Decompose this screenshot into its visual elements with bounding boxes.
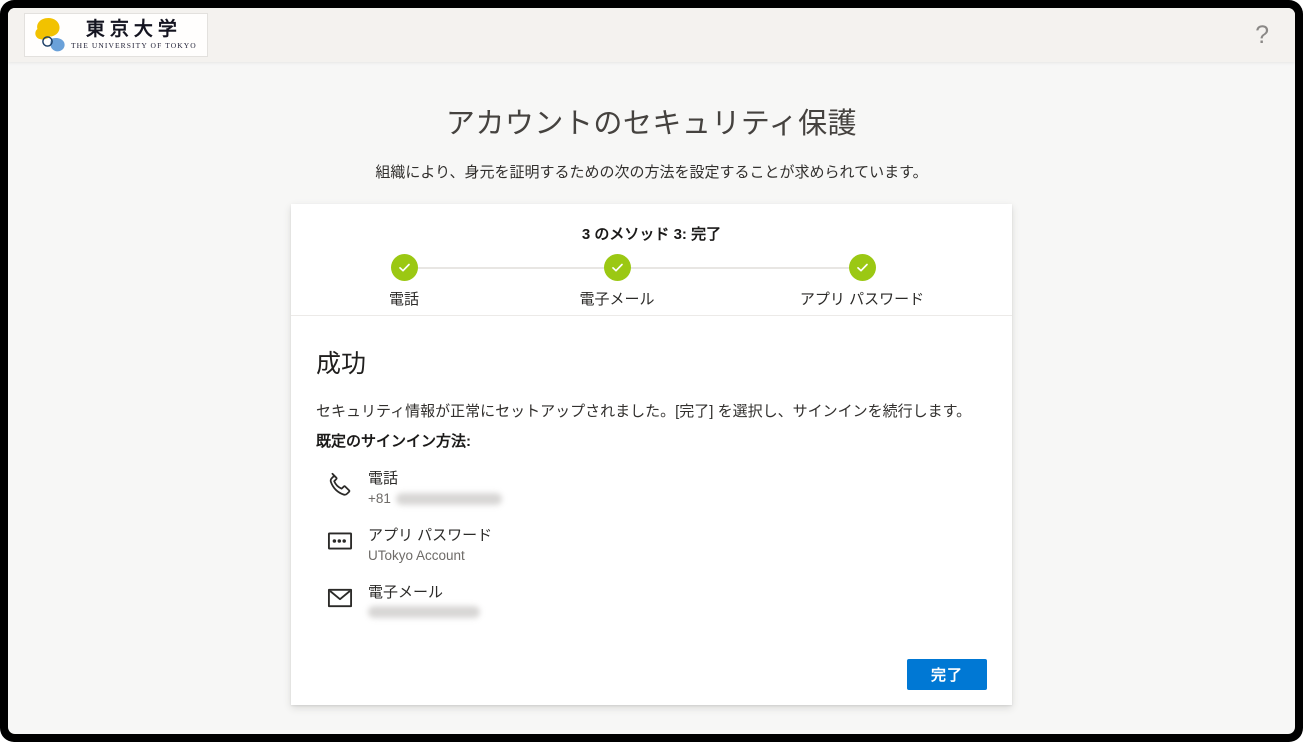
step-email-check-icon	[604, 254, 631, 281]
logo-title-jp: 東京大学	[86, 20, 182, 39]
step-connector-line	[404, 267, 862, 269]
step-phone-check-icon	[391, 254, 418, 281]
signin-method-list: 電話 +81	[316, 468, 987, 639]
method-item-email: 電子メール	[326, 582, 987, 626]
card-footer: 完了	[316, 659, 987, 690]
method-texts-app-password: アプリ パスワード UTokyo Account	[368, 525, 492, 569]
method-texts-email: 電子メール	[368, 582, 480, 626]
app-password-icon	[326, 525, 368, 569]
phone-icon	[326, 468, 368, 512]
email-icon	[326, 582, 368, 626]
utokyo-logo-text: 東京大学 The University of Tokyo	[71, 20, 197, 50]
wizard-progress-header: 3 のメソッド 3: 完了 電話 電子メール	[291, 204, 1012, 316]
wizard-steps: 電話 電子メール アプリ パスワード	[291, 249, 1012, 315]
method-detail-email	[368, 603, 480, 618]
redacted-phone-number	[396, 493, 502, 505]
logo-title-en: The University of Tokyo	[71, 42, 197, 50]
done-button[interactable]: 完了	[907, 659, 987, 690]
step-label-app-password: アプリ パスワード	[800, 288, 924, 309]
method-detail-phone: +81	[368, 489, 502, 508]
step-label-email: 電子メール	[579, 288, 654, 309]
method-label-app-password: アプリ パスワード	[368, 525, 492, 546]
success-heading: 成功	[316, 344, 987, 380]
security-setup-card: 3 のメソッド 3: 完了 電話 電子メール	[291, 204, 1012, 705]
success-panel: 成功 セキュリティ情報が正常にセットアップされました。[完了] を選択し、サイン…	[291, 316, 1012, 705]
phone-country-code: +81	[368, 489, 391, 508]
step-label-phone: 電話	[389, 288, 419, 309]
method-texts-phone: 電話 +81	[368, 468, 502, 512]
method-detail-app-password: UTokyo Account	[368, 546, 492, 565]
page-title: アカウントのセキュリティ保護	[8, 100, 1295, 142]
method-label-phone: 電話	[368, 468, 502, 489]
wizard-progress-label: 3 のメソッド 3: 完了	[291, 223, 1012, 244]
main-content: アカウントのセキュリティ保護 組織により、身元を証明するための次の方法を設定する…	[8, 62, 1295, 734]
redacted-email-address	[368, 606, 480, 618]
default-signin-method-label: 既定のサインイン方法:	[316, 431, 987, 453]
success-message: セキュリティ情報が正常にセットアップされました。[完了] を選択し、サインインを…	[316, 401, 987, 423]
help-icon[interactable]: ?	[1255, 23, 1269, 48]
method-label-email: 電子メール	[368, 582, 480, 603]
screenshot-frame: 東京大学 The University of Tokyo ? アカウントのセキュ…	[0, 0, 1303, 742]
method-item-app-password: アプリ パスワード UTokyo Account	[326, 525, 987, 569]
page-subtitle: 組織により、身元を証明するための次の方法を設定することが求められています。	[8, 161, 1295, 182]
ginkgo-leaf-icon	[29, 15, 71, 55]
top-bar: 東京大学 The University of Tokyo ?	[8, 8, 1295, 62]
browser-viewport: 東京大学 The University of Tokyo ? アカウントのセキュ…	[8, 8, 1295, 734]
utokyo-logo: 東京大学 The University of Tokyo	[24, 13, 208, 57]
step-app-password-check-icon	[849, 254, 876, 281]
method-item-phone: 電話 +81	[326, 468, 987, 512]
